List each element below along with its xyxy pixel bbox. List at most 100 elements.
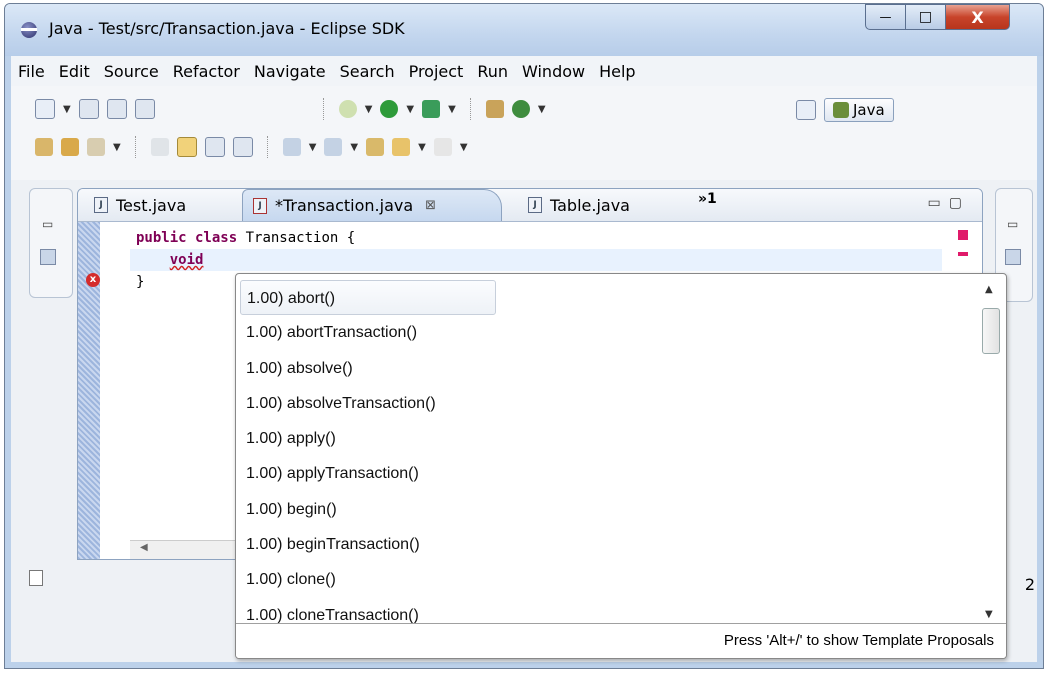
proposal-item[interactable]: 1.00) begin(): [240, 492, 976, 527]
java-file-icon: J: [94, 197, 108, 213]
right-edge-text: 2: [1024, 575, 1035, 594]
toolbar-separator: [469, 98, 472, 120]
minimize-button[interactable]: —: [865, 4, 906, 30]
package-explorer-icon[interactable]: [40, 249, 56, 265]
maximize-icon: □: [918, 9, 933, 25]
menu-bar: File Edit Source Refactor Navigate Searc…: [11, 56, 1037, 86]
print-icon[interactable]: [134, 99, 155, 119]
run-dropdown-icon[interactable]: ▼: [406, 104, 414, 115]
error-overview-icon[interactable]: [958, 230, 968, 240]
previous-annotation-dropdown-icon[interactable]: ▼: [350, 142, 358, 153]
tab-table-java[interactable]: J Table.java: [518, 189, 688, 221]
code-text-run: Transaction {: [237, 230, 356, 246]
tab-label: *Transaction.java: [275, 196, 414, 215]
forward-dropdown-icon[interactable]: ▼: [460, 142, 468, 153]
close-tab-icon[interactable]: ⊠: [425, 198, 436, 213]
mark-occurrences-icon[interactable]: [150, 138, 169, 156]
search-dropdown-icon[interactable]: ▼: [113, 142, 121, 153]
previous-annotation-icon[interactable]: [324, 138, 343, 156]
error-marker[interactable]: [958, 252, 968, 256]
toolbar-row-2: ▼ ▼ ▼ ▼ ▼: [35, 136, 468, 158]
new-dropdown-icon[interactable]: ▼: [63, 104, 71, 115]
open-task-icon[interactable]: [61, 138, 79, 156]
scroll-down-icon[interactable]: ▼: [985, 609, 993, 620]
back-icon[interactable]: [392, 138, 411, 156]
new-icon[interactable]: [35, 99, 55, 119]
menu-run[interactable]: Run: [470, 62, 515, 81]
toolbar-separator: [134, 136, 137, 158]
menu-refactor[interactable]: Refactor: [166, 62, 247, 81]
java-file-icon: J: [528, 197, 542, 213]
close-icon: X: [971, 7, 984, 27]
save-all-icon[interactable]: [106, 99, 127, 119]
tab-label: Test.java: [116, 195, 187, 215]
minimize-maximize-icons[interactable]: ▭▢: [928, 195, 970, 211]
perspective-label: Java: [853, 101, 885, 119]
new-java-class-icon[interactable]: [511, 100, 530, 118]
back-dropdown-icon[interactable]: ▼: [418, 142, 426, 153]
code-keyword: public class: [136, 230, 238, 246]
error-icon[interactable]: x: [86, 273, 100, 287]
proposal-list: 1.00) abort() 1.00) abortTransaction() 1…: [240, 280, 976, 633]
proposal-item[interactable]: 1.00) clone(): [240, 562, 976, 597]
next-annotation-icon[interactable]: [282, 138, 301, 156]
menu-help[interactable]: Help: [592, 62, 642, 81]
menu-source[interactable]: Source: [97, 62, 166, 81]
proposal-item[interactable]: 1.00) applyTransaction(): [240, 456, 976, 491]
restore-icon[interactable]: ▭: [1007, 217, 1018, 231]
restore-icon[interactable]: ▭: [42, 217, 53, 231]
scroll-up-icon[interactable]: ▲: [985, 284, 993, 295]
debug-dropdown-icon[interactable]: ▼: [365, 104, 373, 115]
proposal-item[interactable]: 1.00) abortTransaction(): [240, 315, 976, 350]
close-button[interactable]: X: [945, 4, 1010, 30]
tab-test-java[interactable]: J Test.java: [84, 189, 234, 221]
new-java-package-icon[interactable]: [485, 100, 504, 118]
tab-label: Table.java: [550, 195, 630, 215]
last-edit-location-icon[interactable]: [366, 138, 385, 156]
proposal-item[interactable]: 1.00) abort(): [240, 280, 496, 316]
search-icon[interactable]: [87, 138, 105, 156]
outline-icon[interactable]: [1005, 249, 1021, 265]
java-perspective-button[interactable]: Java: [824, 98, 894, 122]
content-assist-popup: 1.00) abort() 1.00) abortTransaction() 1…: [235, 273, 1007, 659]
toggle-highlight-icon[interactable]: [176, 137, 197, 157]
minimize-icon: —: [879, 10, 892, 24]
proposal-item[interactable]: 1.00) beginTransaction(): [240, 527, 976, 562]
proposal-item[interactable]: 1.00) absolve(): [240, 351, 976, 386]
code-text-run: }: [136, 274, 145, 290]
new-view-icon[interactable]: [29, 570, 43, 586]
title-bar: Java - Test/src/Transaction.java - Eclip…: [5, 4, 1043, 56]
menu-navigate[interactable]: Navigate: [247, 62, 333, 81]
forward-icon[interactable]: [433, 138, 452, 156]
java-file-error-icon: J: [253, 197, 267, 214]
external-tools-icon[interactable]: [422, 100, 441, 118]
window-title: Java - Test/src/Transaction.java - Eclip…: [49, 19, 405, 38]
save-icon[interactable]: [78, 99, 99, 119]
show-whitespace-icon[interactable]: [232, 137, 253, 157]
menu-search[interactable]: Search: [333, 62, 402, 81]
proposal-item[interactable]: 1.00) absolveTransaction(): [240, 386, 976, 421]
open-type-icon[interactable]: [35, 138, 53, 156]
run-icon[interactable]: [380, 100, 399, 118]
menu-project[interactable]: Project: [402, 62, 471, 81]
scroll-thumb[interactable]: [982, 308, 1000, 354]
tab-transaction-java[interactable]: J *Transaction.java ⊠: [242, 189, 502, 221]
tab-overflow-indicator[interactable]: »1: [698, 191, 717, 207]
proposal-item[interactable]: 1.00) apply(): [240, 421, 976, 456]
eclipse-icon: [21, 22, 37, 38]
toolbar-separator: [322, 98, 325, 120]
open-perspective-icon[interactable]: [796, 100, 816, 120]
debug-icon[interactable]: [338, 100, 357, 118]
menu-edit[interactable]: Edit: [52, 62, 97, 81]
maximize-button[interactable]: □: [905, 4, 946, 30]
code-keyword-error: void: [169, 252, 204, 268]
scroll-left-icon[interactable]: ◀: [140, 542, 148, 553]
toolbar-row-1: ▼ ▼ ▼ ▼ ▼: [35, 98, 546, 120]
external-tools-dropdown-icon[interactable]: ▼: [448, 104, 456, 115]
menu-window[interactable]: Window: [515, 62, 592, 81]
show-source-icon[interactable]: [204, 137, 225, 157]
proposal-scrollbar[interactable]: ▲ ▼: [980, 280, 1002, 620]
next-annotation-dropdown-icon[interactable]: ▼: [309, 142, 317, 153]
new-java-class-dropdown-icon[interactable]: ▼: [538, 104, 546, 115]
menu-file[interactable]: File: [11, 62, 52, 81]
